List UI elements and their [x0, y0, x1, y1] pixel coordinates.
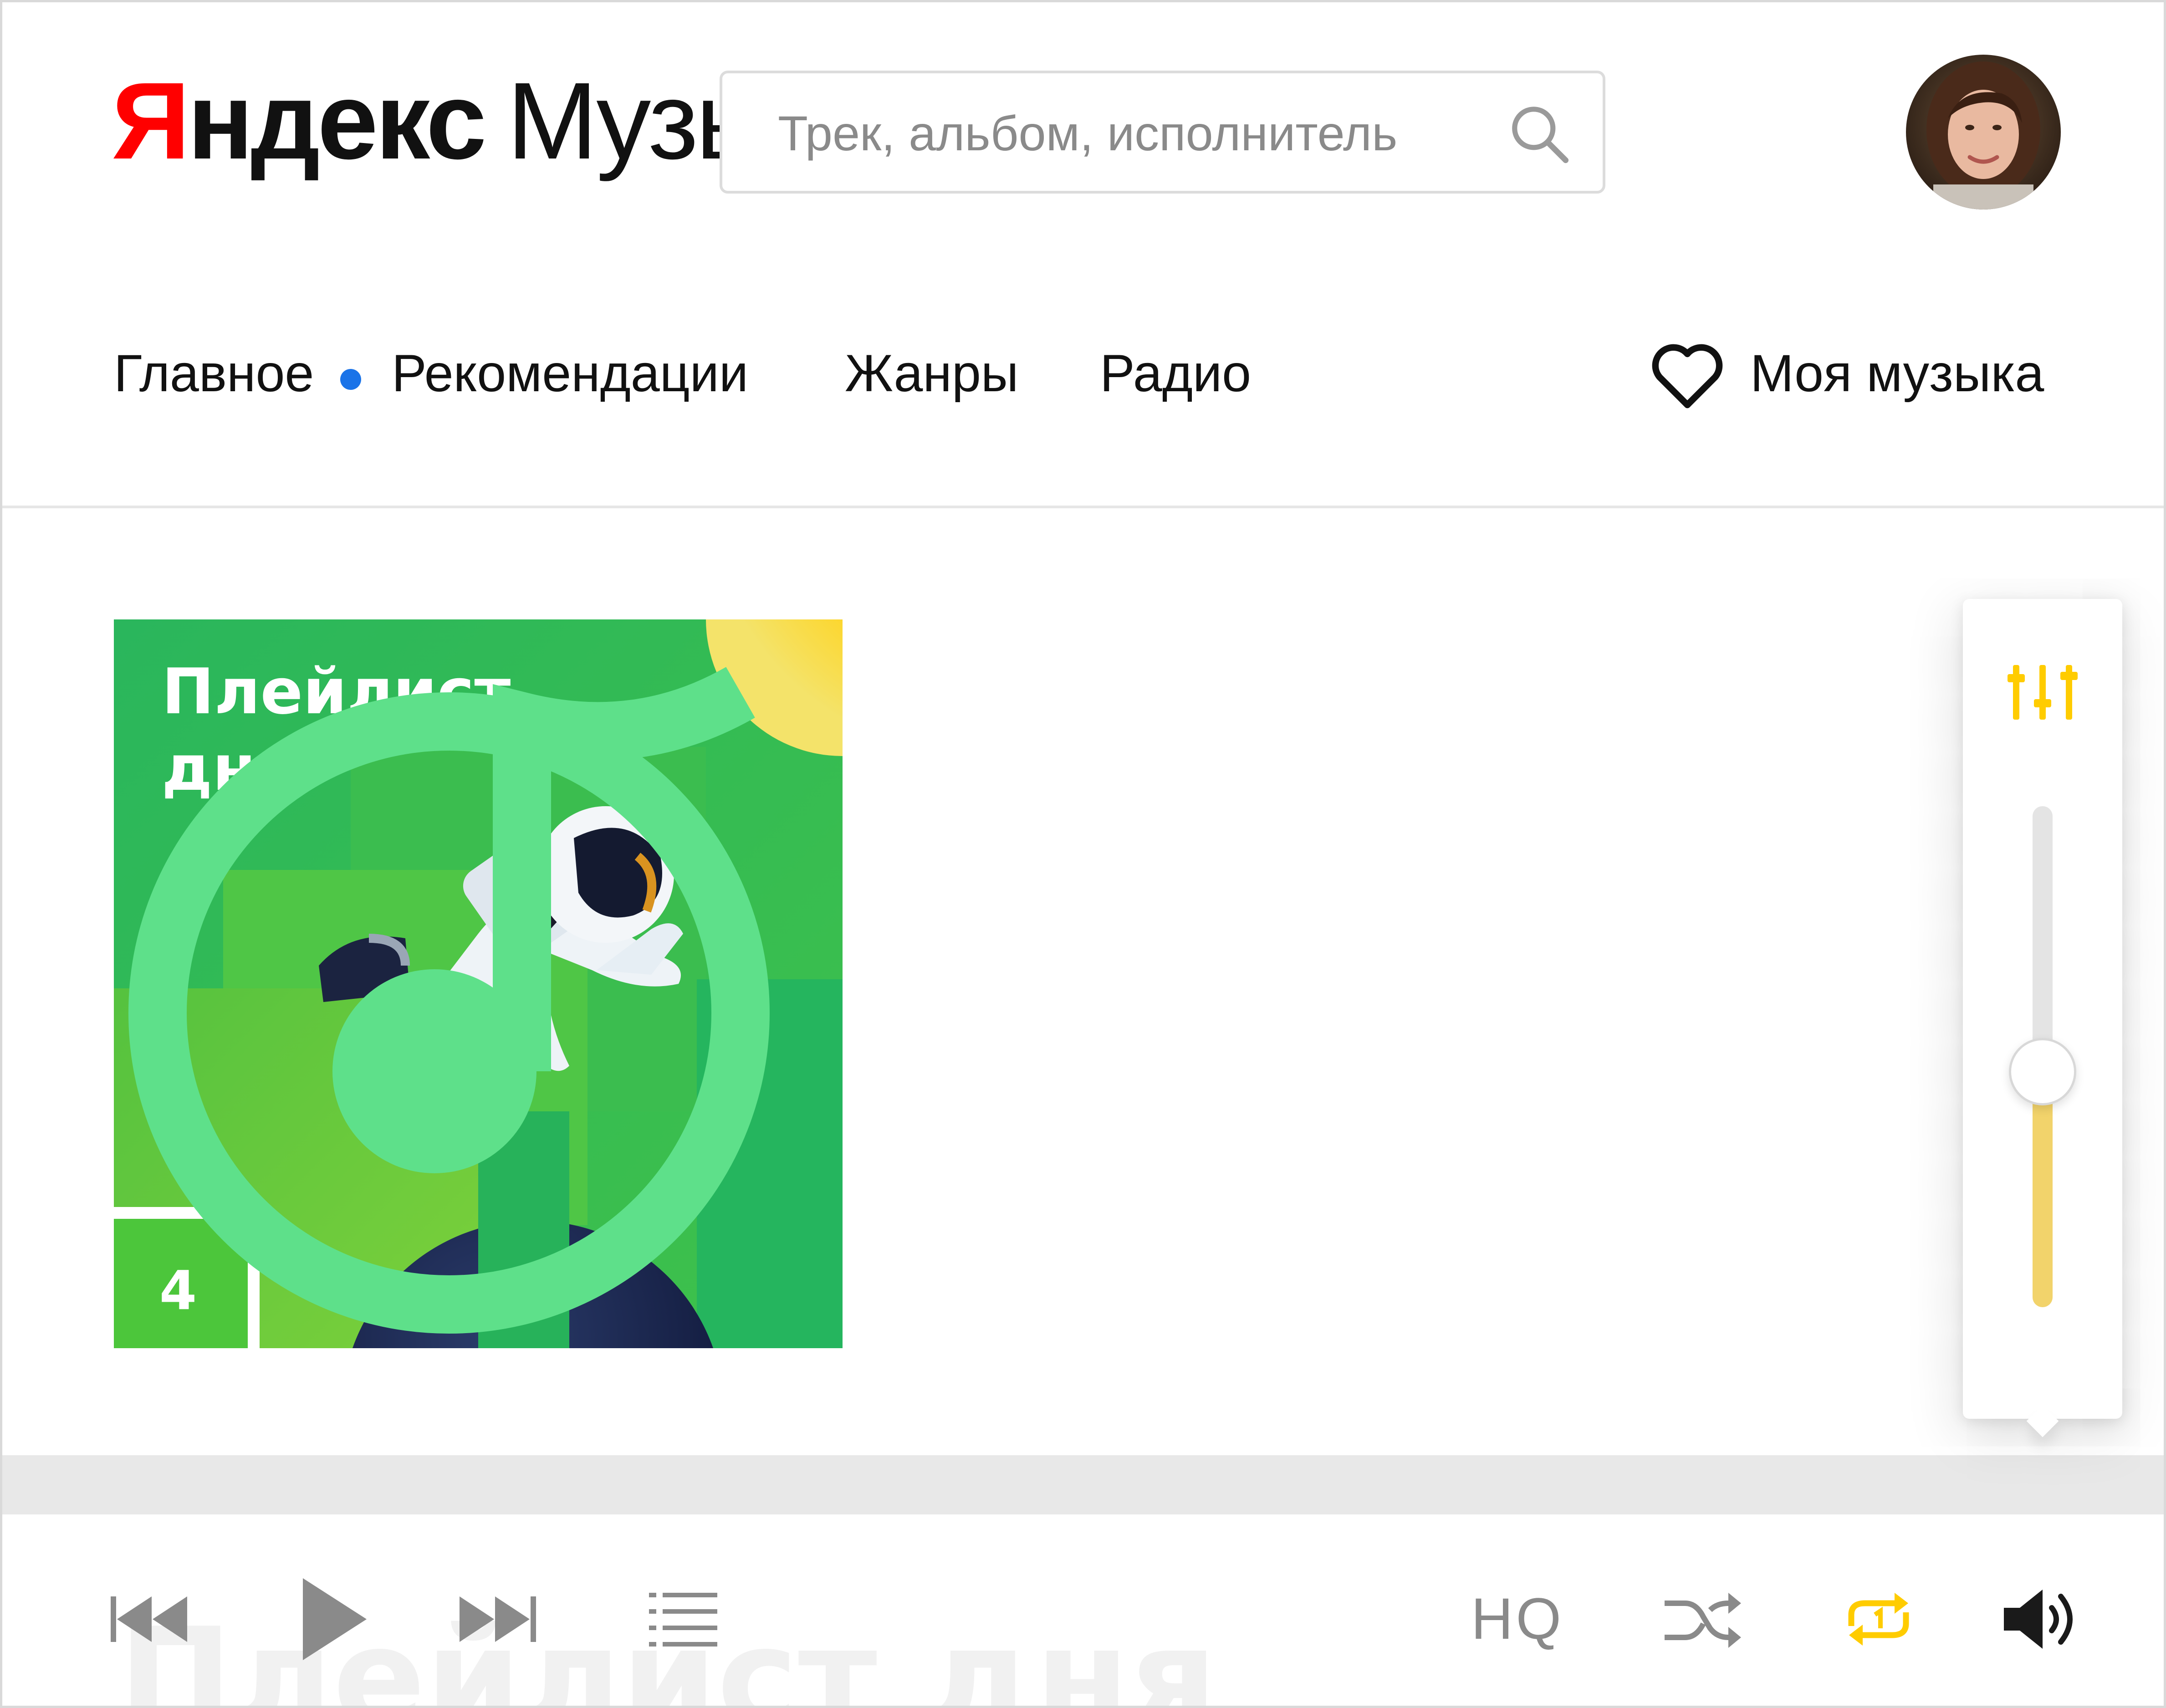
new-indicator-dot — [340, 369, 361, 390]
volume-button[interactable] — [1999, 1583, 2086, 1656]
search-icon[interactable] — [1507, 102, 1571, 165]
user-avatar[interactable] — [1906, 55, 2061, 210]
progress-strip[interactable] — [2, 1455, 2164, 1514]
search-box — [720, 71, 1605, 194]
app-window: ЯндексМузыка Главное Рекомендации — [0, 0, 2166, 1708]
playlist-of-the-day-card[interactable]: Плейлист дня 4 — [114, 619, 843, 1348]
shuffle-icon — [1665, 1593, 1741, 1648]
prev-track-button[interactable] — [107, 1583, 189, 1656]
repeat-button[interactable] — [1842, 1583, 1915, 1656]
logo-brand: ндекс — [187, 60, 487, 182]
popup-pointer — [2026, 1405, 2059, 1437]
header-divider — [2, 506, 2164, 508]
next-track-button[interactable] — [458, 1583, 540, 1656]
volume-popup — [1963, 599, 2122, 1437]
queue-button[interactable] — [649, 1583, 717, 1656]
shuffle-button[interactable] — [1660, 1583, 1742, 1656]
hq-toggle[interactable]: HQ — [1471, 1590, 1564, 1649]
play-icon — [303, 1578, 367, 1660]
avatar-photo — [1906, 55, 2061, 210]
queue-list-icon — [649, 1593, 717, 1647]
equalizer-icon[interactable] — [2004, 660, 2081, 724]
nav-recommendations[interactable]: Рекомендации — [392, 342, 748, 405]
search-input[interactable] — [777, 92, 1471, 174]
heart-icon — [1652, 344, 1723, 409]
nav-radio[interactable]: Радио — [1100, 342, 1251, 405]
repeat-one-icon — [1848, 1593, 1909, 1646]
logo-first-letter: Я — [112, 60, 190, 182]
volume-slider-thumb[interactable] — [2009, 1038, 2076, 1105]
nav-main[interactable]: Главное — [114, 342, 314, 405]
next-track-icon — [460, 1596, 536, 1642]
volume-slider-track[interactable] — [2009, 806, 2076, 1307]
play-button[interactable] — [298, 1574, 371, 1665]
nav-genres[interactable]: Жанры — [845, 342, 1019, 405]
my-music-label: Моя музыка — [1750, 344, 2044, 403]
speaker-volume-icon — [2004, 1590, 2073, 1649]
volume-slider-fill — [2033, 1072, 2053, 1307]
music-note-logo-icon — [128, 667, 770, 1334]
prev-track-icon — [111, 1596, 187, 1642]
